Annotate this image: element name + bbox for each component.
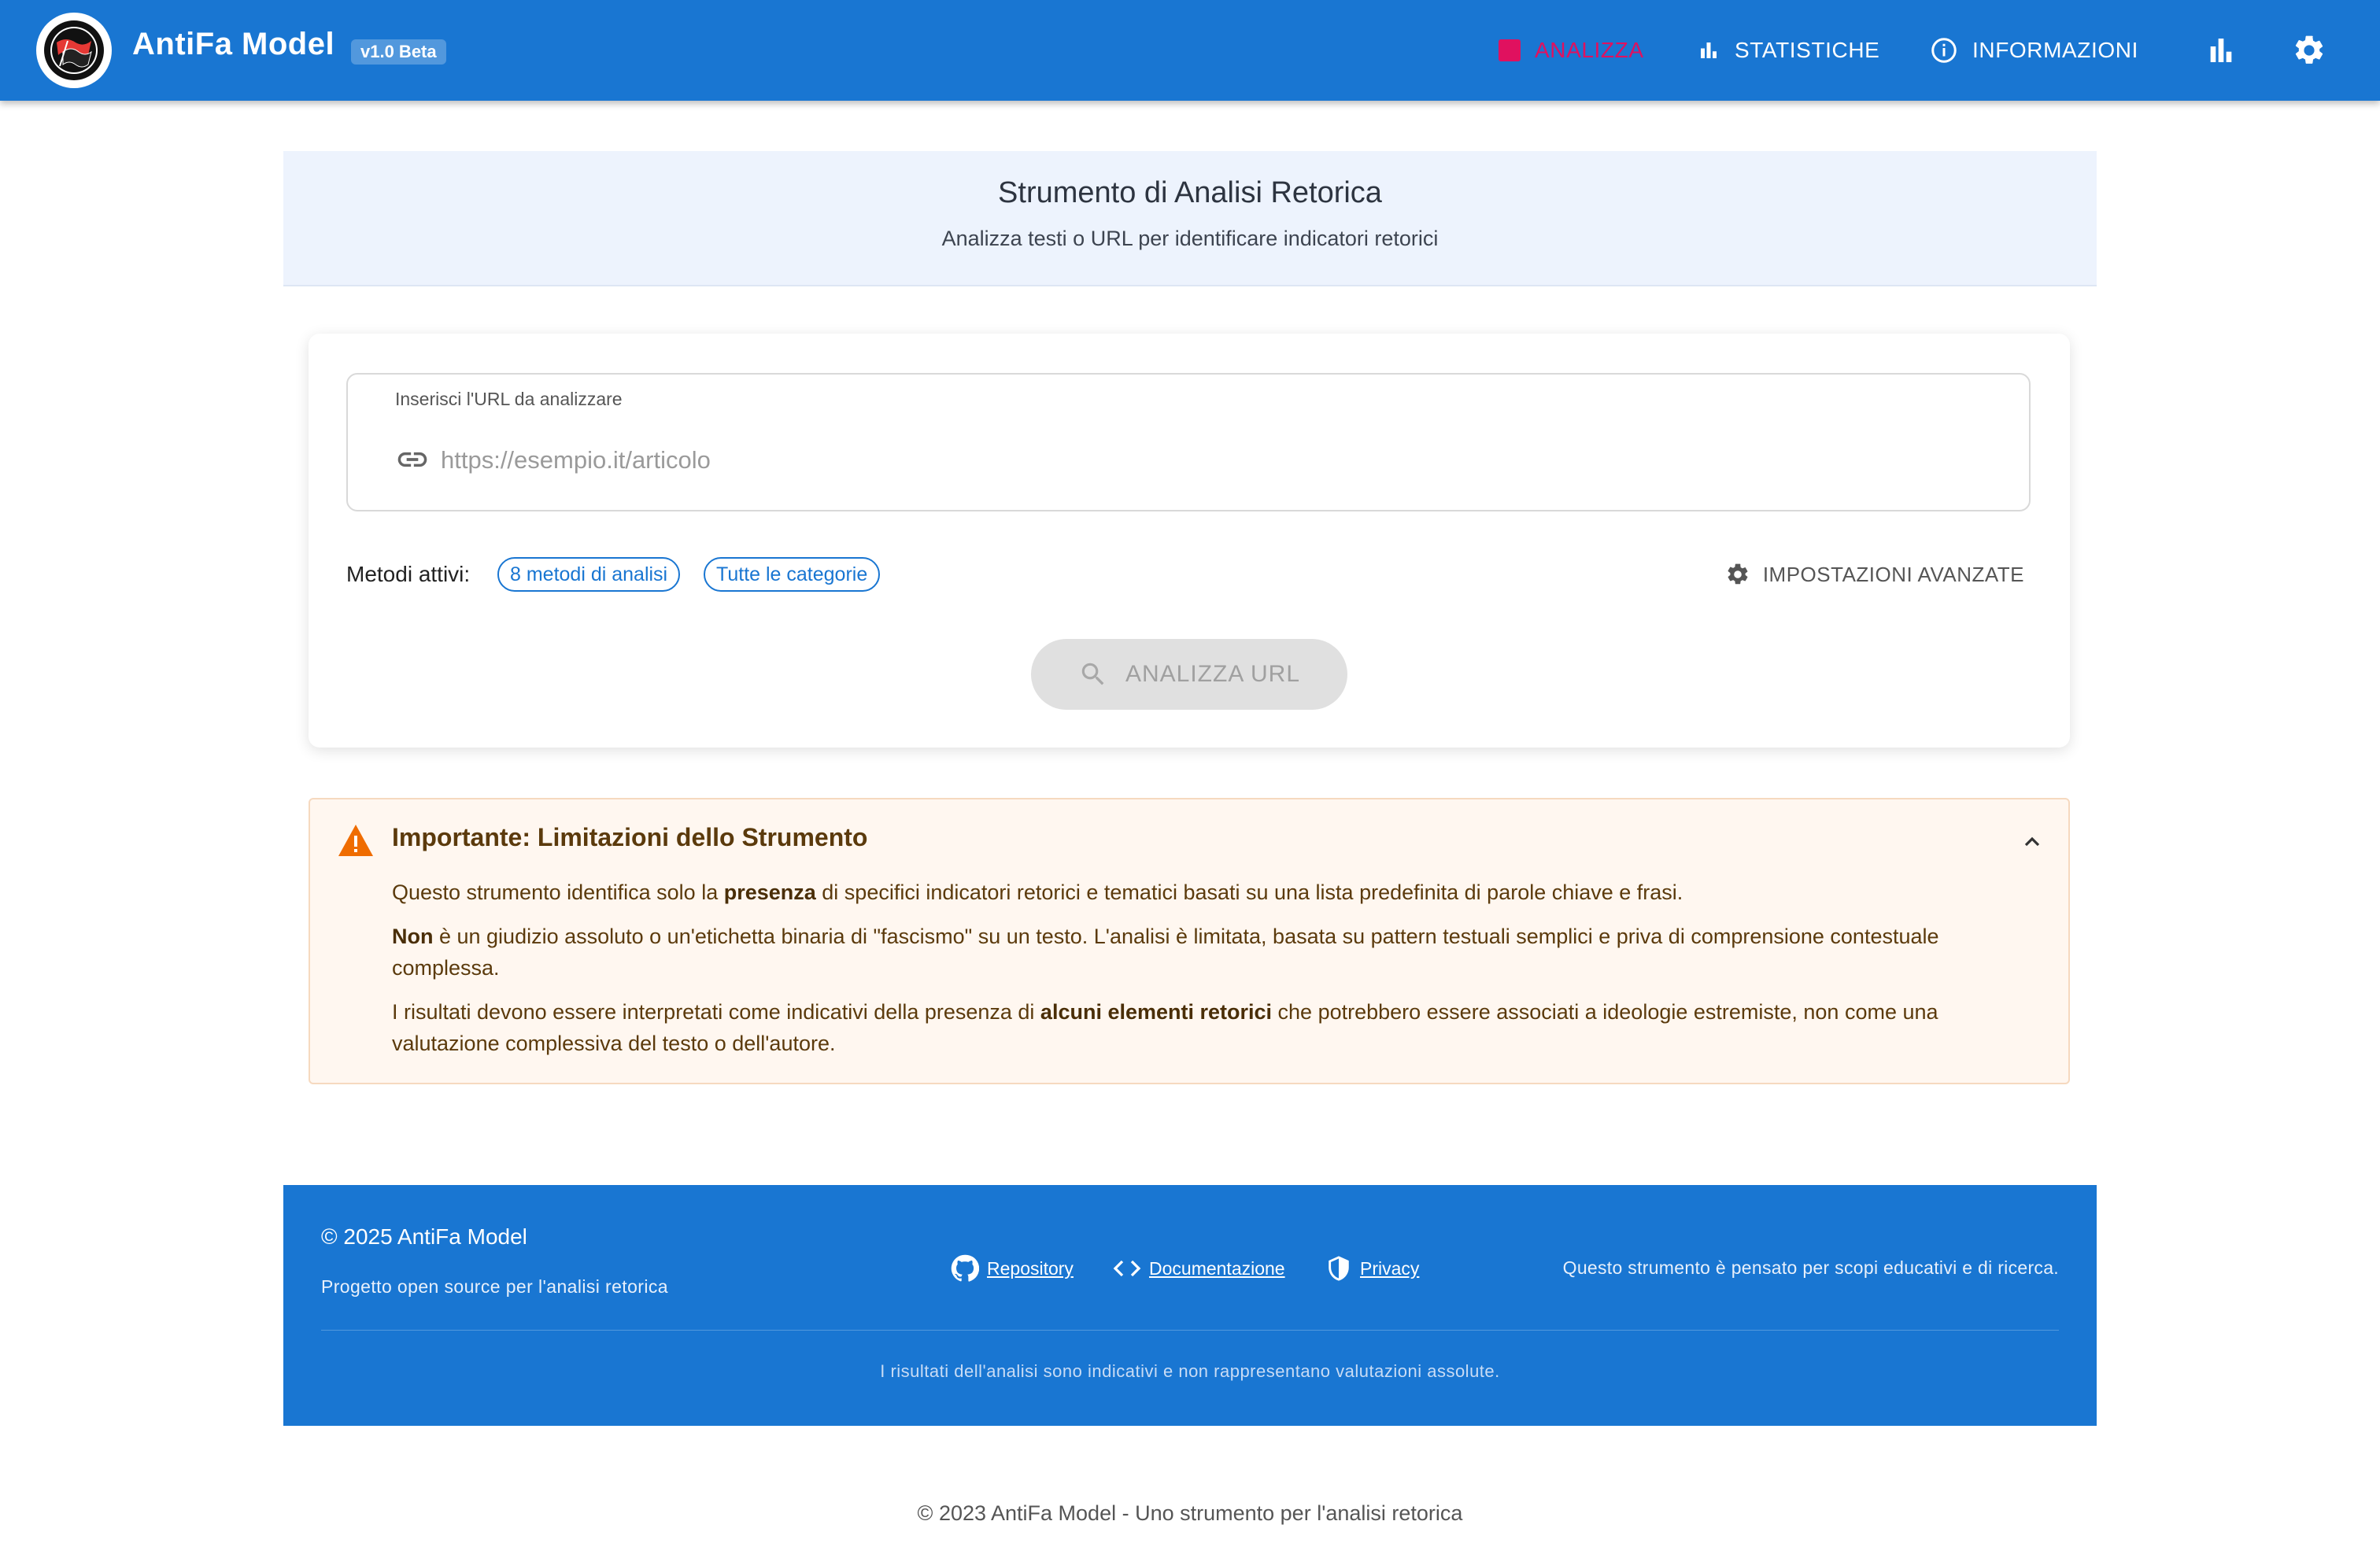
footer-educational-note: Questo strumento è pensato per scopi edu… [1562,1257,2059,1278]
hero-panel: Strumento di Analisi Retorica Analizza t… [283,151,2097,286]
nav-statistiche[interactable]: STATISTICHE [1697,31,1879,69]
warning-title: Importante: Limitazioni dello Strumento [392,823,868,851]
search-icon [1081,663,1104,685]
warning-icon [338,825,373,856]
page-bottom-copyright: © 2023 AntiFa Model - Uno strumento per … [917,1501,1463,1525]
stats-button[interactable] [2202,31,2240,69]
footer-disclaimer: I risultati dell'analisi sono indicativi… [880,1361,1500,1381]
analyze-url-label: ANALIZZA URL [1125,661,1301,687]
gear-icon [2295,35,2323,64]
code-icon [1113,1260,1141,1277]
page-subtitle: Analizza testi o URL per identificare in… [941,227,1439,250]
advanced-settings-label: IMPOSTAZIONI AVANZATE [1762,562,2024,586]
privacy-link[interactable]: Privacy [1325,1253,1419,1284]
bar-chart-icon [2210,39,2232,62]
analyze-square-icon [1499,39,1521,61]
url-analysis-card: Inserisci l'URL da analizzare Metodi att… [309,334,2070,748]
url-field-label: Inserisci l'URL da analizzare [395,389,623,409]
antifa-flag-icon [44,20,104,80]
nav-statistiche-label: STATISTICHE [1735,38,1880,62]
nav-informazioni[interactable]: INFORMAZIONI [1930,31,2138,69]
info-icon [1931,38,1957,63]
app-bar: AntiFa Model v1.0 Beta ANALIZZA STATISTI… [0,0,2380,101]
gear-icon [1728,563,1748,585]
app-title: AntiFa Model [132,27,335,61]
version-badge: v1.0 Beta [351,39,446,65]
url-field[interactable]: Inserisci l'URL da analizzare [346,373,2031,511]
logo[interactable] [36,13,112,88]
repository-link[interactable]: Repository [951,1253,1074,1284]
warning-paragraph-1: Questo strumento identifica solo la pres… [392,881,1683,904]
url-input[interactable] [439,441,2001,480]
methods-count-chip[interactable]: 8 metodi di analisi [497,557,681,592]
nav-informazioni-label: INFORMAZIONI [1972,38,2138,62]
documentation-link[interactable]: Documentazione [1113,1253,1285,1284]
footer-copyright: © 2025 AntiFa Model [321,1224,527,1249]
settings-button[interactable] [2290,31,2328,69]
github-icon [951,1254,979,1282]
chevron-up-icon[interactable] [2020,829,2045,855]
repository-link-label: Repository [987,1257,1074,1279]
warning-paragraph-2: Non è un giudizio assoluto o un'etichett… [392,925,1939,980]
warning-paragraph-3: I risultati devono essere interpretati c… [392,1000,1938,1055]
nav-analizza[interactable]: ANALIZZA [1499,31,1644,69]
active-methods-label: Metodi attivi: [346,562,471,586]
advanced-settings-button[interactable]: IMPOSTAZIONI AVANZATE [1725,557,2024,592]
analyze-url-button[interactable]: ANALIZZA URL [1031,639,1347,710]
page-title: Strumento di Analisi Retorica [998,176,1382,209]
categories-chip[interactable]: Tutte le categorie [704,557,881,592]
site-footer: © 2025 AntiFa Model Progetto open source… [283,1185,2097,1426]
documentation-link-label: Documentazione [1149,1257,1285,1279]
shield-icon [1329,1256,1349,1281]
limitations-warning: Importante: Limitazioni dello Strumento … [309,798,2070,1084]
footer-project-description: Progetto open source per l'analisi retor… [321,1276,668,1297]
nav-analizza-label: ANALIZZA [1535,38,1644,62]
footer-divider [321,1330,2059,1331]
link-icon [395,442,430,477]
privacy-link-label: Privacy [1360,1257,1420,1279]
bar-chart-icon [1701,42,1717,58]
